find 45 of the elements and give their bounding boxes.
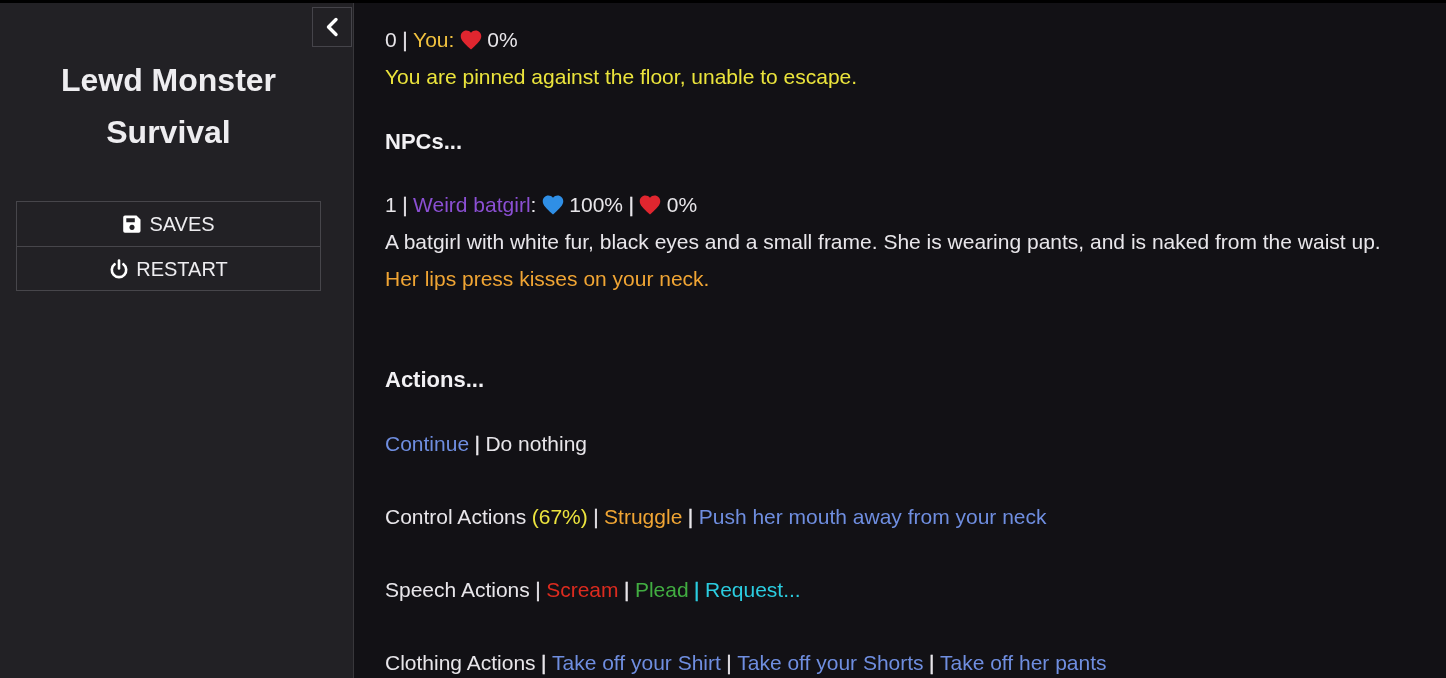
action-link[interactable]: Plead [634,578,689,601]
separator-text: | [474,432,480,455]
stat-value: 100% [569,193,624,216]
action-link[interactable]: Take off your Shorts [737,651,924,674]
separator-text: | [929,651,935,674]
separator-text: | [402,193,408,216]
success-chance: (67%) [531,505,588,528]
separator-text: | [623,578,630,601]
action-link[interactable]: Continue [385,432,470,455]
character-name: Weird batgirl [413,193,531,216]
separator-text: | [535,578,541,601]
separator-text: | [628,193,634,216]
action-link[interactable]: Take off your Shirt [551,651,721,674]
separator-text: | [694,578,700,601]
section-heading: Actions... [385,366,485,394]
menu-button[interactable]: SAVES [17,202,320,246]
npc-description: A batgirl with white fur, black eyes and a small frame. She is wearing pants, and is naked from the waist up. [385,229,1382,255]
separator-text: | [687,505,694,528]
character-name: You: [413,28,455,51]
stat-value: 0% [666,193,698,216]
action-link[interactable]: Take off her pants [939,651,1107,674]
index-number: 0 [385,28,397,51]
index-number: 1 [385,193,397,216]
stat-value: 0% [487,28,518,51]
player-status-text: You are pinned against the floor, unable to escape. [385,64,859,90]
separator-text: | [593,505,599,528]
npc-action-text: Her lips press kisses on your neck. [385,266,711,292]
separator-text: | [541,651,547,674]
action-link[interactable]: Scream [546,578,619,601]
action-link[interactable]: Request... [704,578,801,601]
category-label: Speech Actions [385,578,530,601]
category-label: Clothing Actions [385,651,536,674]
punctuation-text: : [530,193,537,216]
separator-text: | [726,651,732,674]
power-icon [109,258,130,279]
chevron-left-icon [325,17,339,37]
action-link[interactable]: Struggle [604,505,683,528]
category-label: Control Actions [385,505,527,528]
separator-text: | [402,28,408,51]
action-link[interactable]: Push her mouth away from your neck [698,505,1047,528]
section-heading: NPCs... [385,128,464,156]
game-title: Lewd Monster Survival [59,61,278,152]
action-link[interactable]: Do nothing [485,432,587,455]
collapse-sidebar-button[interactable] [312,7,352,47]
menu-button[interactable]: RESTART [17,246,320,290]
